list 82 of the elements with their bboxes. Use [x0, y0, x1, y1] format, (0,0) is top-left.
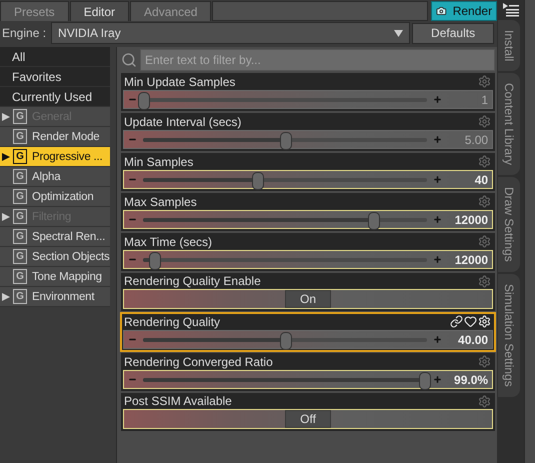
- caret-icon: [394, 30, 404, 36]
- toggle-button[interactable]: Off: [285, 410, 332, 428]
- defaults-button[interactable]: Defaults: [412, 22, 494, 44]
- side-tab[interactable]: Install: [498, 20, 520, 72]
- render-button[interactable]: Render: [431, 1, 498, 21]
- engine-label: Engine :: [2, 26, 46, 40]
- property-value: 99.0%: [453, 372, 488, 386]
- slider[interactable]: 40.00: [123, 330, 494, 349]
- property-name: Max Time (secs): [124, 234, 212, 248]
- sidebar-label: Spectral Ren...: [32, 230, 106, 242]
- sidebar-item[interactable]: G Section Objects: [0, 247, 110, 267]
- side-tab[interactable]: Draw Settings: [498, 177, 520, 272]
- slider-thumb[interactable]: [280, 332, 292, 350]
- expand-arrow-icon[interactable]: [2, 152, 10, 160]
- heart-icon[interactable]: [464, 315, 478, 328]
- sidebar-item[interactable]: G Tone Mapping: [0, 267, 110, 287]
- plus-icon[interactable]: [433, 135, 442, 144]
- sidebar-item[interactable]: G Render Mode: [0, 127, 110, 147]
- slider-thumb[interactable]: [419, 372, 432, 390]
- sidebar-item[interactable]: Favorites: [0, 67, 110, 87]
- group-icon: G: [13, 209, 27, 224]
- property-value: 1: [480, 92, 488, 106]
- sidebar-item[interactable]: G Optimization: [0, 187, 110, 207]
- sidebar-item[interactable]: G Spectral Ren...: [0, 227, 110, 247]
- sidebar-item[interactable]: Currently Used: [0, 87, 110, 107]
- search-icon[interactable]: [121, 52, 137, 68]
- link-icon[interactable]: [450, 315, 464, 328]
- property-name: Update Interval (secs): [124, 114, 242, 128]
- sidebar-item[interactable]: G Environment: [0, 287, 110, 307]
- plus-icon[interactable]: [433, 95, 442, 104]
- property-name: Rendering Quality Enable: [124, 274, 261, 288]
- sidebar-label: Alpha: [32, 170, 60, 182]
- property-value: 5.00: [464, 132, 488, 146]
- slider[interactable]: 12000: [123, 210, 494, 229]
- sidebar-item[interactable]: G Progressive ...: [0, 147, 110, 167]
- slider-thumb[interactable]: [138, 92, 150, 110]
- property-name: Rendering Converged Ratio: [124, 354, 273, 368]
- plus-icon[interactable]: [433, 215, 442, 224]
- sidebar-label: Environment: [32, 290, 94, 302]
- filter-field[interactable]: Enter text to filter by...: [140, 49, 496, 71]
- slider[interactable]: 12000: [123, 250, 494, 269]
- property-value: 40: [474, 172, 488, 186]
- property-value: 12000: [454, 252, 488, 266]
- slider[interactable]: 40: [123, 170, 494, 189]
- sidebar-label: Render Mode: [32, 130, 100, 142]
- side-tab[interactable]: Content Library: [498, 73, 520, 176]
- slider-thumb[interactable]: [149, 252, 162, 270]
- sidebar-label: Progressive ...: [32, 150, 102, 162]
- slider-thumb[interactable]: [368, 212, 380, 230]
- engine-dropdown[interactable]: NVIDIA Iray: [51, 22, 410, 44]
- group-icon: G: [13, 229, 27, 244]
- slider-thumb[interactable]: [252, 172, 264, 190]
- toggle-button[interactable]: On: [285, 290, 332, 308]
- sidebar-item[interactable]: G Alpha: [0, 167, 110, 187]
- group-icon: G: [13, 249, 27, 264]
- slider[interactable]: 99.0%: [123, 370, 494, 389]
- plus-icon[interactable]: [433, 335, 442, 344]
- group-icon: G: [13, 149, 27, 164]
- plus-icon[interactable]: [433, 375, 442, 384]
- tab[interactable]: Editor: [70, 1, 130, 21]
- plus-icon[interactable]: [433, 175, 442, 184]
- property-value: 12000: [454, 212, 488, 226]
- property-name: Min Update Samples: [124, 74, 236, 88]
- property-name: Rendering Quality: [124, 314, 220, 328]
- property-value: 40.00: [457, 332, 488, 346]
- group-icon: G: [13, 129, 27, 144]
- group-icon: G: [13, 269, 27, 284]
- group-icon: G: [13, 109, 27, 124]
- slider-thumb[interactable]: [280, 132, 292, 150]
- sidebar-label: Tone Mapping: [32, 270, 102, 282]
- property-name: Min Samples: [124, 154, 194, 168]
- sidebar-item[interactable]: All: [0, 47, 110, 67]
- group-icon: G: [13, 189, 27, 204]
- plus-icon[interactable]: [433, 255, 442, 264]
- expand-arrow-icon[interactable]: [2, 292, 10, 300]
- group-icon: G: [13, 289, 27, 304]
- sidebar-label: Optimization: [32, 190, 94, 202]
- side-tab[interactable]: Simulation Settings: [498, 274, 520, 397]
- sidebar-label: Section Objects: [32, 250, 110, 262]
- property-name: Max Samples: [124, 194, 197, 208]
- property-name: Post SSIM Available: [124, 394, 232, 408]
- group-icon: G: [13, 169, 27, 184]
